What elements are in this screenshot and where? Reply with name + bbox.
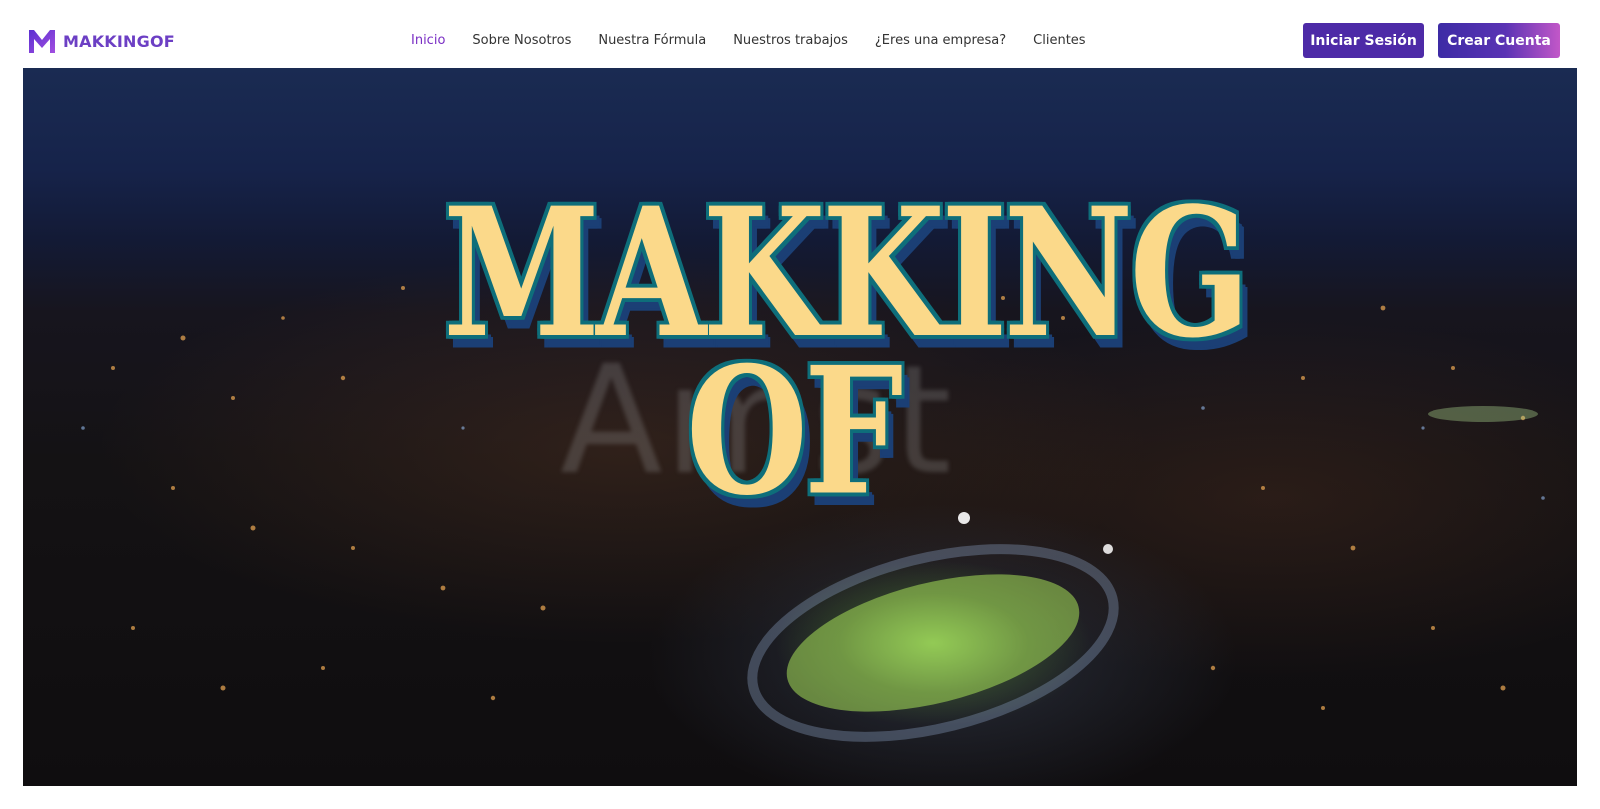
logo-text: MAKKINGOF [63,31,175,51]
hero-title-line-2: OF [686,330,903,535]
login-button[interactable]: Iniciar Sesión [1303,23,1424,58]
hero-video-banner[interactable]: Amst MAKKING OF [23,68,1577,786]
nav-link-sobre-nosotros[interactable]: Sobre Nosotros [472,31,571,51]
register-button[interactable]: Crear Cuenta [1438,23,1560,58]
main-nav: Inicio Sobre Nosotros Nuestra Fórmula Nu… [411,31,1113,51]
nav-link-nuestra-formula[interactable]: Nuestra Fórmula [598,31,706,51]
logo-link[interactable]: MAKKINGOF [28,27,175,55]
nav-link-nuestros-trabajos[interactable]: Nuestros trabajos [733,31,848,51]
nav-link-inicio[interactable]: Inicio [411,31,445,51]
nav-link-eres-una-empresa[interactable]: ¿Eres una empresa? [875,31,1006,51]
nav-link-clientes[interactable]: Clientes [1033,31,1085,51]
site-header: MAKKINGOF Inicio Sobre Nosotros Nuestra … [0,0,1600,68]
hero-title: MAKKING OF [23,68,1577,786]
makkingof-m-logo-icon [29,30,55,53]
